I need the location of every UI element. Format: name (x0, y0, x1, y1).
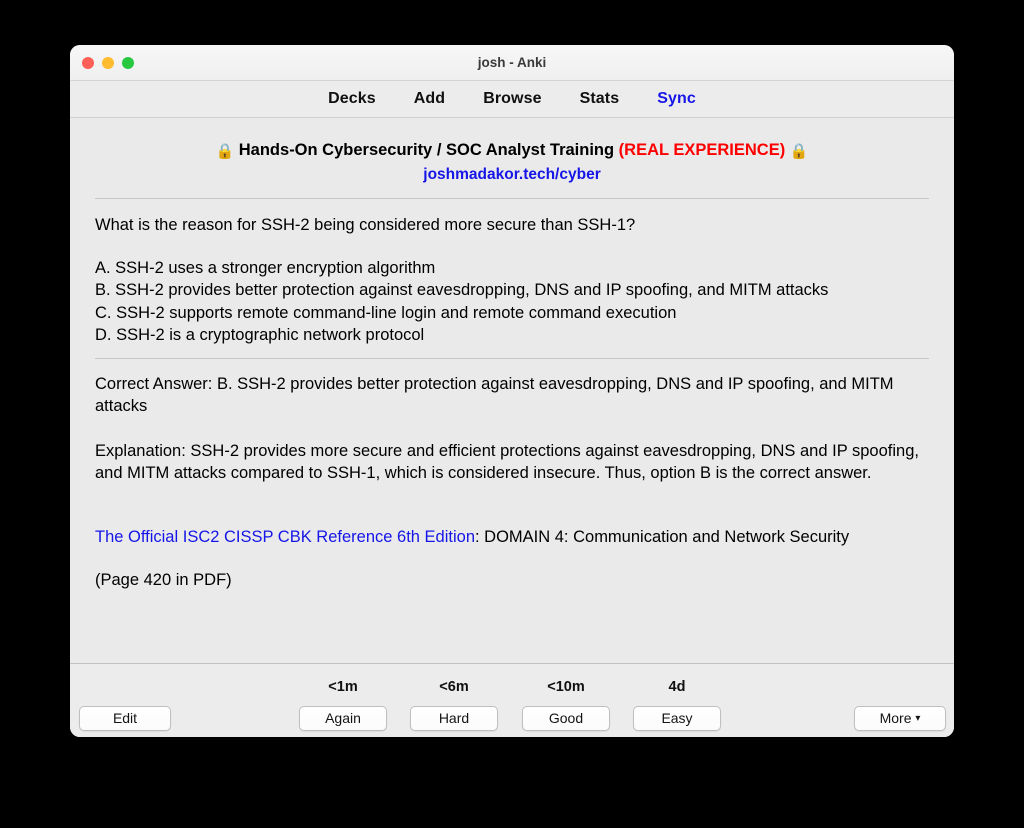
more-button[interactable]: More ▾ (854, 706, 946, 731)
main-nav: Decks Add Browse Stats Sync (70, 81, 954, 118)
edit-button[interactable]: Edit (79, 706, 171, 731)
reference-rest: : DOMAIN 4: Communication and Network Se… (475, 528, 850, 547)
banner-title: Hands-On Cybersecurity / SOC Analyst Tra… (238, 141, 615, 159)
good-button[interactable]: Good (522, 706, 610, 731)
nav-item-stats[interactable]: Stats (580, 90, 620, 108)
divider-top (95, 198, 929, 200)
title-bar: josh - Anki (70, 45, 954, 81)
choice-list: A. SSH-2 uses a stronger encryption algo… (95, 257, 929, 346)
anki-window: josh - Anki Decks Add Browse Stats Sync … (70, 45, 954, 737)
nav-item-decks[interactable]: Decks (328, 90, 376, 108)
nav-item-browse[interactable]: Browse (483, 90, 541, 108)
banner-title-line: 🔒 Hands-On Cybersecurity / SOC Analyst T… (95, 139, 929, 163)
nav-item-add[interactable]: Add (414, 90, 445, 108)
divider-answer (95, 358, 929, 360)
interval-good: <10m (547, 679, 585, 695)
banner-tag: (REAL EXPERIENCE) (618, 141, 786, 159)
chevron-down-icon: ▾ (915, 713, 921, 724)
question-text: What is the reason for SSH-2 being consi… (95, 216, 636, 235)
again-button[interactable]: Again (299, 706, 387, 731)
interval-easy: 4d (668, 679, 686, 695)
nav-item-sync[interactable]: Sync (657, 90, 696, 108)
page-note: (Page 420 in PDF) (95, 570, 232, 589)
choice-b: B. SSH-2 provides better protection agai… (95, 281, 829, 300)
correct-answer-text: Correct Answer: B. SSH-2 provides better… (95, 375, 894, 416)
reference-text: The Official ISC2 CISSP CBK Reference 6t… (95, 526, 929, 548)
easy-button[interactable]: Easy (633, 706, 721, 731)
answer-bar: <1m <6m <10m 4d Edit Again Hard Good Eas… (70, 663, 954, 737)
reference-link[interactable]: The Official ISC2 CISSP CBK Reference 6t… (95, 528, 475, 546)
interval-again: <1m (328, 679, 358, 695)
more-label: More (879, 710, 912, 726)
card-banner: 🔒 Hands-On Cybersecurity / SOC Analyst T… (95, 118, 929, 186)
lock-icon-left: 🔒 (215, 143, 235, 160)
choice-a: A. SSH-2 uses a stronger encryption algo… (95, 259, 436, 278)
explanation-text: Explanation: SSH-2 provides more secure … (95, 441, 919, 483)
choice-c: C. SSH-2 supports remote command-line lo… (95, 303, 677, 322)
hard-button[interactable]: Hard (410, 706, 498, 731)
choice-d: D. SSH-2 is a cryptographic network prot… (95, 325, 425, 344)
banner-url-link[interactable]: joshmadakor.tech/cyber (95, 164, 929, 186)
lock-icon-right: 🔒 (789, 143, 809, 160)
window-title: josh - Anki (477, 55, 547, 70)
interval-hard: <6m (439, 679, 469, 695)
card-content: 🔒 Hands-On Cybersecurity / SOC Analyst T… (70, 118, 954, 663)
